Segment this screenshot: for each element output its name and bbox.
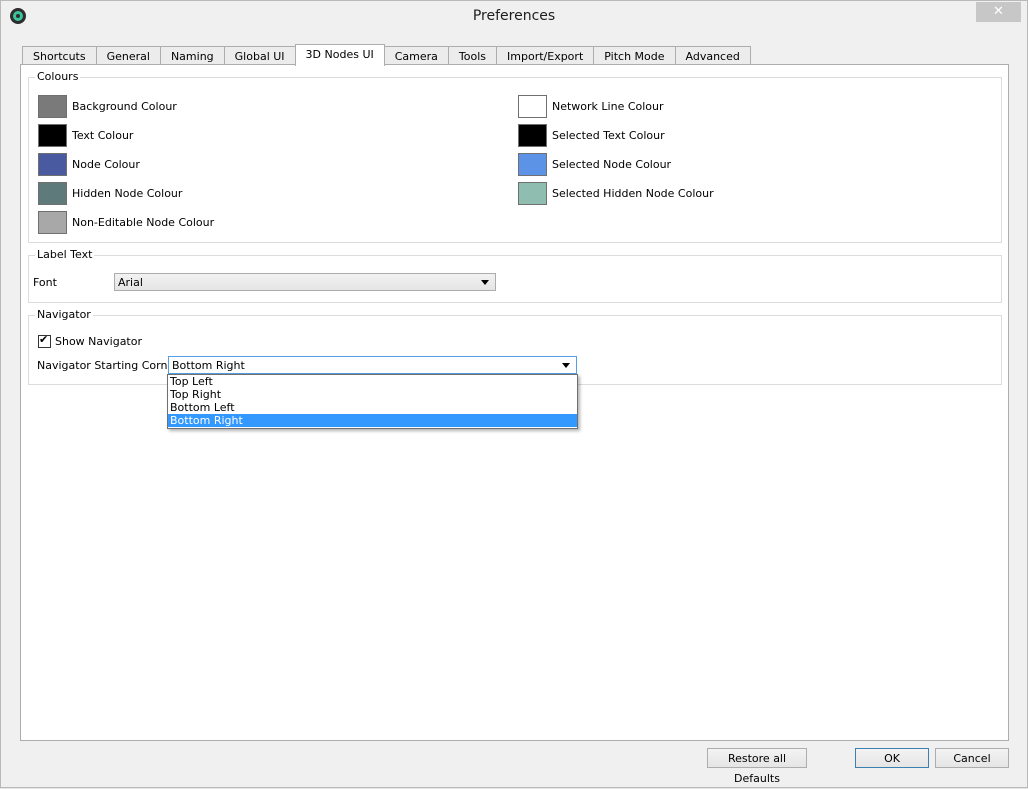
close-button[interactable]: ✕ — [976, 2, 1021, 22]
title-bar[interactable]: Preferences ✕ — [1, 1, 1027, 32]
chevron-down-icon — [562, 363, 570, 368]
preferences-window: Preferences ✕ Shortcuts General Naming G… — [0, 0, 1028, 788]
colour-swatch-non-editable-node[interactable] — [38, 211, 67, 234]
colour-label-network-line: Network Line Colour — [552, 100, 664, 113]
colour-label-selected-node: Selected Node Colour — [552, 158, 672, 171]
colour-swatch-hidden-node[interactable] — [38, 182, 67, 205]
colour-label-selected-text: Selected Text Colour — [552, 129, 665, 142]
tab-bar: Shortcuts General Naming Global UI 3D No… — [22, 44, 751, 66]
navigator-corner-select[interactable]: Bottom Right — [168, 356, 577, 374]
colour-row-selected-node: Selected Node Colour — [518, 153, 671, 176]
colour-swatch-selected-text[interactable] — [518, 124, 547, 147]
tab-naming[interactable]: Naming — [159, 46, 225, 65]
colour-swatch-background[interactable] — [38, 95, 67, 118]
tab-pitch-mode[interactable]: Pitch Mode — [593, 46, 676, 65]
colour-row-selected-text: Selected Text Colour — [518, 124, 665, 147]
dropdown-option-top-right[interactable]: Top Right — [168, 388, 577, 401]
colour-label-selected-hidden-node: Selected Hidden Node Colour — [552, 187, 714, 200]
font-select-value: Arial — [118, 276, 143, 289]
font-label: Font — [33, 276, 57, 289]
colour-label-background: Background Colour — [72, 100, 177, 113]
window-title: Preferences — [472, 8, 556, 24]
label-text-group: Label Text Font Arial — [28, 248, 1002, 303]
colour-label-hidden-node: Hidden Node Colour — [72, 187, 183, 200]
dropdown-option-bottom-right[interactable]: Bottom Right — [168, 414, 577, 427]
colour-row-text: Text Colour — [38, 124, 133, 147]
show-navigator-checkbox[interactable] — [38, 333, 51, 348]
label-text-group-title: Label Text — [35, 248, 95, 261]
tab-general[interactable]: General — [95, 46, 161, 65]
colour-label-text: Text Colour — [72, 129, 134, 142]
ok-button[interactable]: OK — [855, 748, 929, 768]
colours-group-title: Colours — [35, 70, 81, 83]
navigator-group-title: Navigator — [35, 308, 93, 321]
colour-row-node: Node Colour — [38, 153, 140, 176]
colour-row-network-line: Network Line Colour — [518, 95, 664, 118]
restore-defaults-button[interactable]: Restore all Defaults — [707, 748, 807, 785]
colour-swatch-network-line[interactable] — [518, 95, 547, 118]
tab-camera[interactable]: Camera — [383, 46, 449, 65]
colour-row-background: Background Colour — [38, 95, 177, 118]
navigator-corner-dropdown: Top Left Top Right Bottom Left Bottom Ri… — [167, 374, 578, 429]
navigator-corner-label: Navigator Starting Corner — [37, 359, 179, 372]
tab-tools[interactable]: Tools — [447, 46, 498, 65]
colour-swatch-text[interactable] — [38, 124, 67, 147]
colour-row-selected-hidden-node: Selected Hidden Node Colour — [518, 182, 714, 205]
colour-row-non-editable-node: Non-Editable Node Colour — [38, 211, 214, 234]
colour-row-hidden-node: Hidden Node Colour — [38, 182, 182, 205]
cancel-button[interactable]: Cancel — [935, 748, 1009, 768]
dropdown-option-bottom-left[interactable]: Bottom Left — [168, 401, 577, 414]
colour-swatch-selected-hidden-node[interactable] — [518, 182, 547, 205]
colour-swatch-selected-node[interactable] — [518, 153, 547, 176]
font-select[interactable]: Arial — [114, 273, 496, 291]
colours-group: Colours Background Colour Text Colour No… — [28, 70, 1002, 243]
chevron-down-icon — [481, 280, 489, 285]
tab-import-export[interactable]: Import/Export — [496, 46, 595, 65]
colour-label-node: Node Colour — [72, 158, 140, 171]
tab-3d-nodes-ui[interactable]: 3D Nodes UI — [294, 44, 385, 66]
dropdown-option-top-left[interactable]: Top Left — [168, 375, 577, 388]
tab-advanced[interactable]: Advanced — [674, 46, 751, 65]
tab-global-ui[interactable]: Global UI — [223, 46, 296, 65]
colour-swatch-node[interactable] — [38, 153, 67, 176]
show-navigator-label: Show Navigator — [55, 335, 143, 348]
navigator-corner-value: Bottom Right — [172, 359, 245, 372]
tab-shortcuts[interactable]: Shortcuts — [22, 46, 97, 65]
colour-label-non-editable-node: Non-Editable Node Colour — [72, 216, 215, 229]
